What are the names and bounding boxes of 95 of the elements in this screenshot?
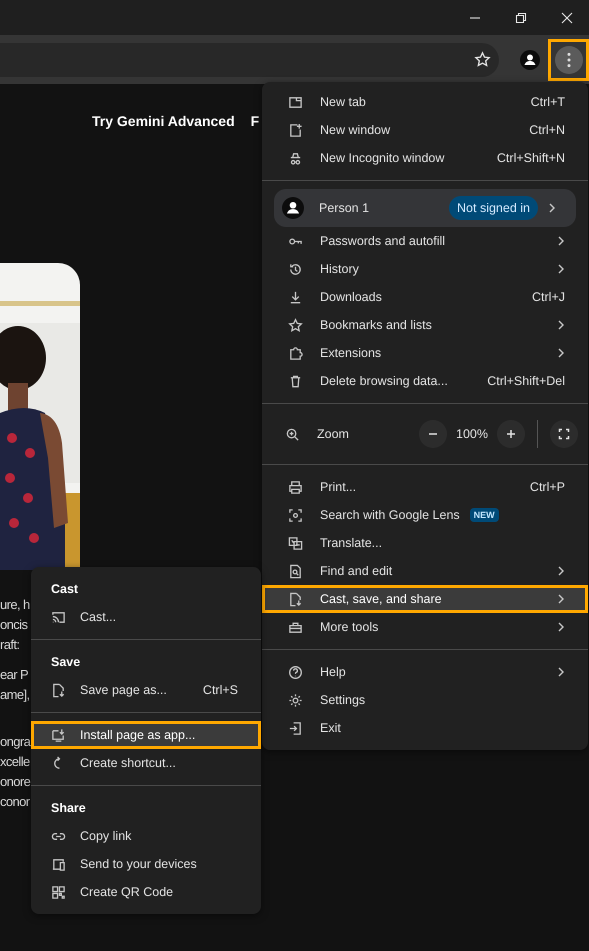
menu-item[interactable]: Settings: [262, 686, 588, 714]
text-line: ure, h: [0, 596, 30, 614]
chevron-icon: [557, 235, 565, 247]
translate-icon: [288, 536, 303, 550]
menu-item[interactable]: Install page as app...: [31, 721, 261, 749]
toolbox-icon: [288, 620, 303, 634]
menu-item[interactable]: New Incognito window Ctrl+Shift+N: [262, 144, 588, 172]
chevron-icon: [557, 319, 565, 331]
shortcut-text: Ctrl+Shift+N: [496, 151, 565, 165]
zoom-out-button[interactable]: [419, 420, 447, 448]
chevron-icon: [557, 263, 565, 275]
menu-item[interactable]: Cast, save, and share: [262, 585, 588, 613]
profile-icon[interactable]: [520, 50, 540, 70]
nav-link[interactable]: Try Gemini Advanced: [92, 113, 235, 133]
find-icon: [288, 564, 303, 578]
zoom-level: 100%: [455, 427, 489, 441]
new-window-icon: [288, 122, 303, 138]
menu-item[interactable]: Save page as... Ctrl+S: [31, 676, 261, 704]
text-line: ongra: [0, 733, 30, 751]
menu-item[interactable]: Downloads Ctrl+J: [262, 283, 588, 311]
trash-icon: [288, 374, 303, 388]
nav-link[interactable]: F: [250, 113, 260, 133]
text-line: ear P: [0, 666, 28, 684]
menu-icon[interactable]: [554, 46, 583, 74]
menu-item[interactable]: Print... Ctrl+P: [262, 473, 588, 501]
menu-item[interactable]: Find and edit: [262, 557, 588, 585]
bookmark-star-icon[interactable]: [474, 51, 492, 68]
menu-item[interactable]: History: [262, 255, 588, 283]
zoom-in-button[interactable]: [497, 420, 525, 448]
menu-item[interactable]: New tab Ctrl+T: [262, 88, 588, 116]
chevron-icon: [548, 202, 556, 214]
star-icon: [288, 318, 303, 332]
exit-icon: [288, 720, 303, 736]
text-line: oncis: [0, 616, 28, 634]
menu-item[interactable]: Translate...: [262, 529, 588, 557]
menu-item[interactable]: Delete browsing data... Ctrl+Shift+Del: [262, 367, 588, 395]
monitor-download-icon: [51, 728, 66, 742]
shortcut-text: Ctrl+S: [202, 683, 238, 697]
download-icon: [288, 290, 303, 304]
file-download-icon: [288, 592, 303, 606]
help-icon: [288, 664, 303, 680]
menu-item[interactable]: Help: [262, 658, 588, 686]
printer-icon: [288, 480, 303, 494]
section-heading: Save: [50, 654, 82, 671]
plus-icon: [505, 428, 517, 440]
avatar-icon: [282, 197, 304, 219]
menu-item[interactable]: Search with Google Lens NEW: [262, 501, 588, 529]
settings-icon: [288, 692, 303, 708]
sign-in-status: Not signed in: [449, 196, 538, 220]
fullscreen-icon: [558, 428, 570, 440]
chevron-icon: [557, 666, 565, 678]
puzzle-icon: [288, 346, 303, 360]
lens-icon: [288, 508, 303, 522]
menu-item[interactable]: Copy link: [31, 822, 261, 850]
shortcut-text: Ctrl+P: [530, 480, 565, 494]
new-badge: NEW: [470, 508, 499, 522]
menu-item[interactable]: Passwords and autofill: [262, 227, 588, 255]
menu-item[interactable]: Send to your devices: [31, 850, 261, 878]
menu-item[interactable]: Create shortcut...: [31, 749, 261, 777]
text-line: raft:: [0, 636, 20, 654]
text-line: ame],: [0, 686, 30, 704]
chevron-icon: [557, 593, 565, 605]
menu-item[interactable]: Exit: [262, 714, 588, 742]
menu-item[interactable]: Cast...: [31, 603, 261, 631]
menu-item[interactable]: Bookmarks and lists: [262, 311, 588, 339]
shortcut-text: Ctrl+Shift+Del: [487, 374, 565, 388]
profile-row[interactable]: Person 1 Not signed in: [274, 189, 576, 227]
new-tab-icon: [288, 94, 303, 110]
zoom-icon: [285, 426, 300, 442]
section-heading: Share: [50, 800, 87, 817]
chevron-icon: [557, 347, 565, 359]
menu-item[interactable]: Extensions: [262, 339, 588, 367]
qr-code-icon: [51, 884, 66, 900]
devices-icon: [51, 856, 66, 872]
text-line: onore: [0, 773, 30, 791]
menu-item[interactable]: New window Ctrl+N: [262, 116, 588, 144]
file-download-icon: [51, 682, 66, 698]
shortcut-text: Ctrl+T: [530, 95, 565, 109]
zoom-label: Zoom: [317, 427, 350, 441]
menu-item[interactable]: More tools: [262, 613, 588, 641]
section-heading: Cast: [50, 581, 80, 598]
fullscreen-button[interactable]: [550, 420, 578, 448]
shortcut-text: Ctrl+J: [532, 290, 565, 304]
chevron-icon: [557, 621, 565, 633]
close-icon[interactable]: [561, 12, 573, 24]
chevron-icon: [557, 565, 565, 577]
text-line: conor: [0, 793, 30, 811]
shortcut-text: Ctrl+N: [529, 123, 565, 137]
cast-icon: [51, 610, 66, 624]
profile-name: Person 1: [319, 201, 370, 215]
menu-item[interactable]: Create QR Code: [31, 878, 261, 906]
incognito-icon: [288, 150, 303, 166]
text-line: xcelle: [0, 753, 30, 771]
history-icon: [288, 262, 303, 276]
restore-icon[interactable]: [515, 12, 527, 24]
